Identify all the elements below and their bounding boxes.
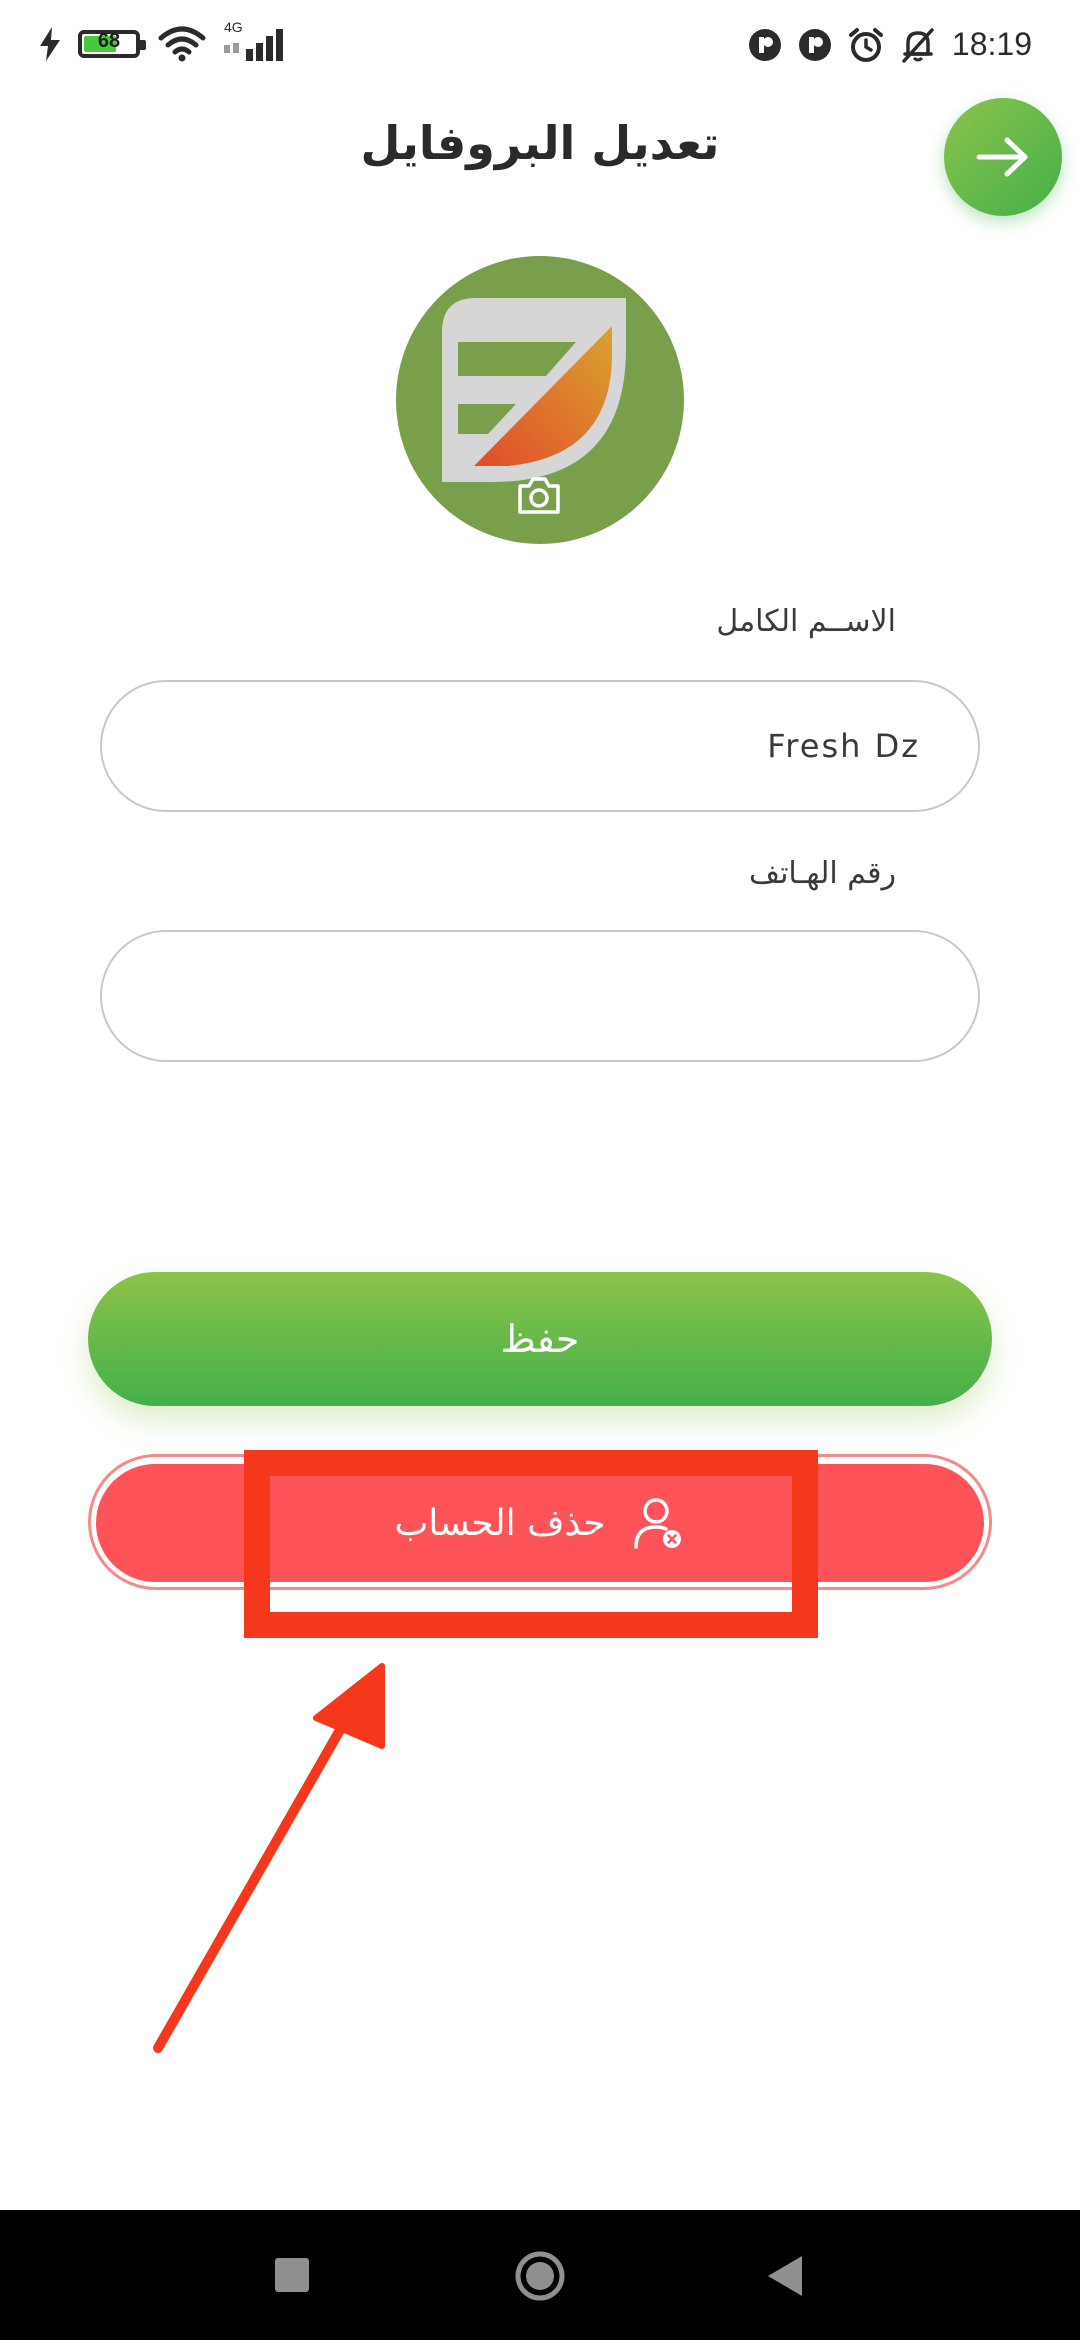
status-time: 18:19 xyxy=(951,26,1032,62)
app-notification-icon xyxy=(798,28,831,61)
arrow-right-icon xyxy=(976,137,1028,177)
status-bar-left: 68 4G xyxy=(40,19,290,62)
page-title: تعديل البروفايل xyxy=(360,116,720,170)
app-notification-icon xyxy=(748,28,781,61)
charging-icon xyxy=(40,27,60,61)
edit-profile-screen: 68 4G 18:19 تعديل البروفايل الاســم الكا… xyxy=(0,0,1080,2340)
back-icon[interactable] xyxy=(766,2254,804,2298)
full-name-field-container xyxy=(100,680,980,812)
phone-input[interactable] xyxy=(102,977,978,1015)
wifi-icon xyxy=(158,26,206,62)
network-type-label: 4G xyxy=(224,19,243,35)
cellular-signal: 4G xyxy=(224,19,290,61)
muted-bell-icon xyxy=(902,27,934,63)
annotation-highlight-inner xyxy=(264,1470,798,1618)
camera-icon[interactable] xyxy=(516,474,562,516)
back-button[interactable] xyxy=(944,98,1062,216)
battery-percent: 68 xyxy=(97,30,121,52)
status-bar-right: 18:19 xyxy=(748,26,1032,63)
full-name-input[interactable] xyxy=(102,727,978,765)
annotation-arrow-icon xyxy=(153,1663,385,2053)
system-nav-bar xyxy=(0,2210,1080,2340)
status-bar: 68 4G 18:19 xyxy=(0,0,1080,100)
recent-apps-icon[interactable] xyxy=(275,2258,309,2292)
home-icon[interactable] xyxy=(514,2250,566,2302)
save-button[interactable]: حفظ xyxy=(88,1272,992,1406)
alarm-icon xyxy=(848,27,883,62)
battery-icon: 68 xyxy=(78,30,146,58)
profile-avatar[interactable] xyxy=(396,256,684,544)
phone-field-container xyxy=(100,930,980,1062)
phone-label: رقم الهـاتف xyxy=(749,856,896,891)
full-name-label: الاســم الكامل xyxy=(716,604,896,639)
